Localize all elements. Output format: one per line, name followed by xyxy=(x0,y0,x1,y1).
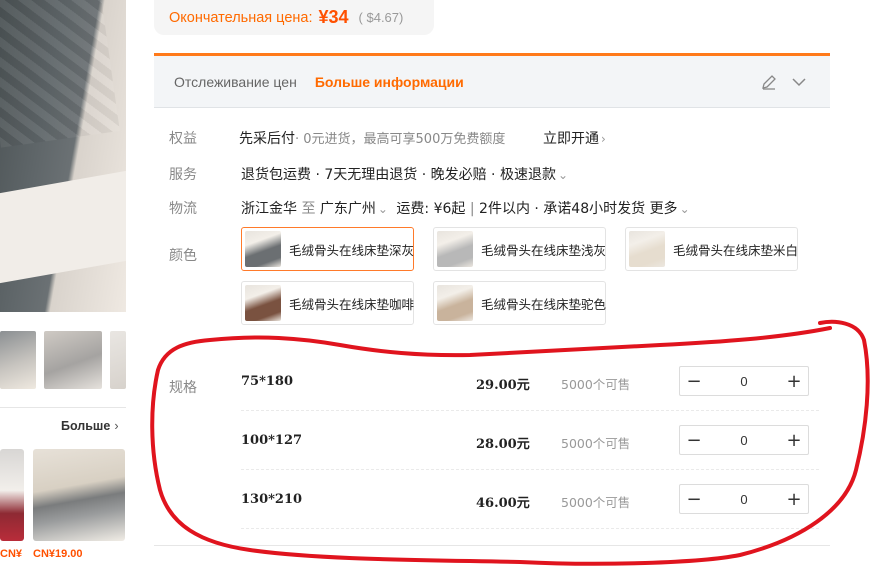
ship-from: 浙江金华 xyxy=(241,201,297,217)
color-option-label: 毛绒骨头在线床垫咖啡 xyxy=(289,296,415,312)
decrease-button[interactable]: − xyxy=(680,485,708,513)
final-price-usd: ( $4.67) xyxy=(358,10,404,25)
chevron-down-icon[interactable]: ⌄ xyxy=(378,202,388,216)
increase-button[interactable]: + xyxy=(780,426,808,454)
spec-size: 100*127 xyxy=(241,433,303,448)
benefits-value: 先采后付· 0元进货，最高可享500万免费额度 xyxy=(239,128,505,148)
benefits-label: 权益 xyxy=(169,131,197,147)
thumbnail-2[interactable] xyxy=(44,331,102,389)
logistics-label: 物流 xyxy=(169,201,197,217)
swatch-image xyxy=(245,285,281,321)
shipping-fee: 运费: ¥6起 xyxy=(396,201,466,217)
spec-price: 29.00元 xyxy=(476,378,530,393)
more-link[interactable]: Больше › xyxy=(61,419,118,433)
more-info-link[interactable]: Больше информации xyxy=(315,74,464,90)
quantity-input[interactable]: 0 xyxy=(708,433,780,448)
swatch-image xyxy=(245,231,281,267)
spec-row: 75*180 29.00元 5000个可售 − 0 + xyxy=(241,352,819,411)
swatch-image xyxy=(437,285,473,321)
spec-price: 28.00元 xyxy=(476,437,530,452)
benefits-sub: · 0元进货，最高可享500万免费额度 xyxy=(295,132,506,147)
swatch-image xyxy=(629,231,665,267)
service-text: 退货包运费 · 7天无理由退货 · 晚发必赔 · 极速退款 xyxy=(241,167,556,183)
price-tracking-label: Отслеживание цен xyxy=(174,73,297,90)
quilt-texture xyxy=(0,0,120,148)
color-option[interactable]: 毛绒骨头在线床垫米白 xyxy=(625,227,798,271)
activate-label: 立即开通 xyxy=(543,131,599,147)
logistics-value: 浙江金华 至 广东广州 ⌄ 运费: ¥6起 | 2件以内 · 承诺48小时发货 更… xyxy=(241,198,690,218)
recommended-item-image[interactable] xyxy=(0,449,24,541)
quantity-input[interactable]: 0 xyxy=(708,374,780,389)
quantity-input[interactable]: 0 xyxy=(708,492,780,507)
decrease-button[interactable]: − xyxy=(680,367,708,395)
recommended-item-price: CN¥19.00 xyxy=(33,548,83,560)
ship-to[interactable]: 广东广州 xyxy=(320,201,376,217)
spec-row: 100*127 28.00元 5000个可售 − 0 + xyxy=(241,411,819,470)
color-option-label: 毛绒骨头在线床垫驼色 xyxy=(481,296,607,312)
service-label: 服务 xyxy=(169,167,197,183)
benefits-text: 先采后付 xyxy=(239,131,295,147)
spec-label: 规格 xyxy=(169,380,197,396)
increase-button[interactable]: + xyxy=(780,485,808,513)
quantity-stepper: − 0 + xyxy=(679,366,809,396)
delivery-promise: 2件以内 · 承诺48小时发货 xyxy=(479,201,646,217)
divider xyxy=(154,545,830,546)
color-label: 颜色 xyxy=(169,248,197,264)
chevron-down-icon: ⌄ xyxy=(557,168,569,182)
chevron-down-icon[interactable] xyxy=(790,73,808,91)
color-option[interactable]: 毛绒骨头在线床垫深灰 xyxy=(241,227,414,271)
spec-price: 46.00元 xyxy=(476,496,530,511)
pipe-divider: | xyxy=(469,201,475,217)
color-option-label: 毛绒骨头在线床垫浅灰 xyxy=(481,242,607,258)
color-option[interactable]: 毛绒骨头在线床垫驼色 xyxy=(433,281,606,325)
recommended-item-price: CN¥ xyxy=(0,548,23,560)
logistics-more[interactable]: 更多 xyxy=(650,201,678,217)
edit-icon[interactable] xyxy=(760,73,778,91)
spec-stock: 5000个可售 xyxy=(561,377,631,392)
divider xyxy=(0,407,126,408)
final-price-label: Окончательная цена: xyxy=(169,9,313,26)
spec-row: 130*210 46.00元 5000个可售 − 0 + xyxy=(241,470,819,529)
spec-stock: 5000个可售 xyxy=(561,495,631,510)
final-price-value: ¥34 xyxy=(318,7,349,27)
chevron-right-icon: › xyxy=(601,132,606,146)
thumbnail-1[interactable] xyxy=(0,331,36,389)
quantity-stepper: − 0 + xyxy=(679,425,809,455)
more-link-label: Больше xyxy=(61,419,111,433)
quantity-stepper: − 0 + xyxy=(679,484,809,514)
recommended-item-image[interactable] xyxy=(33,449,125,541)
increase-button[interactable]: + xyxy=(780,367,808,395)
spec-stock: 5000个可售 xyxy=(561,436,631,451)
spec-size: 75*180 xyxy=(241,374,294,389)
ship-to-word: 至 xyxy=(301,201,316,217)
product-main-image[interactable] xyxy=(0,0,126,312)
decrease-button[interactable]: − xyxy=(680,426,708,454)
chevron-right-icon: › xyxy=(114,419,119,433)
spec-size: 130*210 xyxy=(241,492,303,507)
chevron-down-icon[interactable]: ⌄ xyxy=(680,202,690,216)
color-option[interactable]: 毛绒骨头在线床垫咖啡 xyxy=(241,281,414,325)
color-option-label: 毛绒骨头在线床垫深灰 xyxy=(289,242,415,258)
activate-link[interactable]: 立即开通 › xyxy=(543,128,606,148)
price-tracking-bar: Отслеживание цен Больше информации xyxy=(154,53,830,108)
service-value[interactable]: 退货包运费 · 7天无理由退货 · 晚发必赔 · 极速退款 ⌄ xyxy=(241,164,568,184)
final-price-box: Окончательная цена: ¥34 ( $4.67) xyxy=(154,0,434,35)
color-option[interactable]: 毛绒骨头在线床垫浅灰 xyxy=(433,227,606,271)
thumbnail-3[interactable] xyxy=(110,331,126,389)
color-option-label: 毛绒骨头在线床垫米白 xyxy=(673,242,799,258)
bed-sheet xyxy=(0,170,126,284)
swatch-image xyxy=(437,231,473,267)
